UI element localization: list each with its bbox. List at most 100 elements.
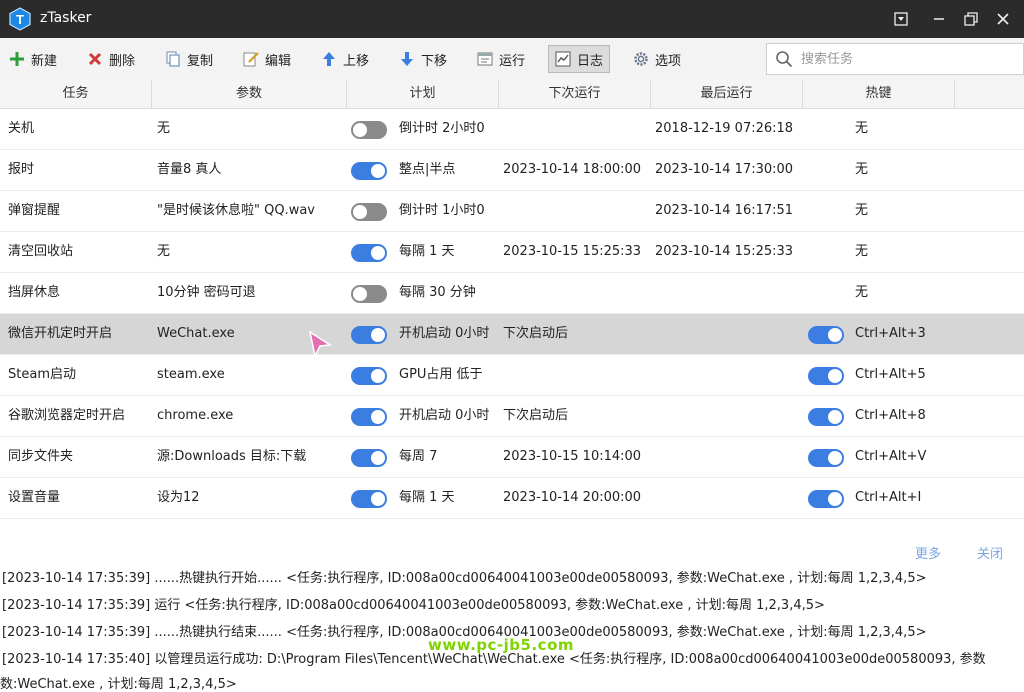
table-row[interactable]: 同步文件夹 源:Downloads 目标:下载 每周 7 2023-10-15 10:… [0,437,1024,478]
log-line: [2023-10-14 17:35:39] ......热键执行开始......… [2,571,927,586]
copy-task-button[interactable]: 复制 [158,45,220,73]
plan-enabled-toggle[interactable] [351,203,387,221]
plan-enabled-toggle[interactable] [351,449,387,467]
edit-icon [243,52,259,67]
task-next-run-cell: 下次启动后 [503,326,569,341]
arrow-down-icon [401,52,413,66]
hotkey-enabled-toggle[interactable] [808,326,844,344]
task-hotkey-cell: 无 [855,285,869,300]
move-down-button[interactable]: 下移 [392,45,454,73]
task-name-cell: 微信开机定时开启 [8,326,113,341]
task-table-body: 关机无倒计时 2小时0 2018-12-19 07:26:18 无报时 音量8 真人整… [0,109,1024,539]
plan-enabled-toggle[interactable] [351,162,387,180]
task-plan-cell: 每周 7 [399,449,438,464]
search-icon [776,51,793,68]
search-box[interactable] [766,43,1024,75]
minimize-button[interactable] [926,6,952,32]
task-plan-cell: 开机启动 0小时 [399,326,490,341]
task-param-cell: 源:Downloads 目标:下载 [157,449,307,464]
options-button[interactable]: 选项 [626,45,688,73]
task-hotkey-cell: 无 [855,121,869,136]
hotkey-enabled-toggle[interactable] [808,490,844,508]
task-name-cell: 设置音量 [8,490,61,505]
log-more-link[interactable]: 更多 [915,543,941,562]
task-last-run-cell [655,478,799,518]
task-hotkey-cell: 无 [855,162,869,177]
x-icon [88,52,102,66]
task-plan-cell: 倒计时 2小时0 [399,121,485,136]
log-panel: [2023-10-14 17:35:39] ......热键执行开始......… [0,563,1024,692]
toggle-knob [828,369,842,383]
plus-icon [10,52,24,66]
close-window-button[interactable] [990,6,1016,32]
task-next-run-cell [503,109,647,149]
toggle-knob [828,328,842,342]
toggle-knob [371,328,385,342]
table-row[interactable]: Steam启动 steam.exe GPU占用 低于 Ctrl+Alt+5 [0,355,1024,396]
table-row[interactable]: 清空回收站 无 每隔 1 天 2023-10-15 15:25:33 2023-10-1… [0,232,1024,273]
task-name-cell: 谷歌浏览器定时开启 [8,408,126,423]
search-input[interactable] [799,50,1003,68]
task-name-cell: 弹窗提醒 [8,203,61,218]
plan-enabled-toggle[interactable] [351,121,387,139]
table-row[interactable]: 设置音量 设为12 每隔 1 天 2023-10-14 20:00:00 Ctrl+Al… [0,478,1024,519]
new-task-button[interactable]: 新建 [2,45,64,73]
plan-enabled-toggle[interactable] [351,408,387,426]
arrow-up-icon [323,52,335,66]
mouse-cursor-icon [309,331,332,357]
move-down-label: 下移 [421,53,448,69]
task-next-run-cell: 2023-10-14 20:00:00 [503,490,642,505]
plan-enabled-toggle[interactable] [351,367,387,385]
task-name-cell: 挡屏休息 [8,285,61,300]
plan-enabled-toggle[interactable] [351,326,387,344]
edit-task-button[interactable]: 编辑 [236,45,298,73]
table-row[interactable]: 弹窗提醒 "是时候该休息啦" QQ.wav 倒计时 1小时0 2023-10-14 1… [0,191,1024,232]
toggle-knob [353,123,367,137]
col-header-task[interactable]: 任务 [0,80,152,108]
toggle-knob [371,369,385,383]
task-plan-cell: 每隔 1 天 [399,490,455,505]
delete-task-button[interactable]: 删除 [80,45,142,73]
task-last-run-cell [655,437,799,477]
task-name-cell: 关机 [8,121,35,136]
table-row[interactable]: 谷歌浏览器定时开启 chrome.exe 开机启动 0小时 下次启动后 Ctrl+Alt… [0,396,1024,437]
task-last-run-cell [655,396,799,436]
hotkey-enabled-toggle[interactable] [808,449,844,467]
task-last-run-cell: 2023-10-14 17:30:00 [655,162,794,177]
move-up-button[interactable]: 上移 [314,45,376,73]
run-task-button[interactable]: 运行 [470,45,532,73]
task-hotkey-cell: Ctrl+Alt+5 [855,367,926,382]
task-param-cell: 10分钟 密码可退 [157,285,256,300]
col-header-param[interactable]: 参数 [152,80,347,108]
options-label: 选项 [655,53,682,69]
hotkey-enabled-toggle[interactable] [808,367,844,385]
col-header-hotkey[interactable]: 热键 [803,80,955,108]
toggle-knob [353,205,367,219]
hotkey-enabled-toggle[interactable] [808,408,844,426]
maximize-button[interactable] [958,6,984,32]
col-header-plan[interactable]: 计划 [347,80,499,108]
log-close-link[interactable]: 关闭 [977,543,1003,562]
task-hotkey-cell: Ctrl+Alt+3 [855,326,926,341]
plan-enabled-toggle[interactable] [351,285,387,303]
toggle-knob [371,451,385,465]
task-name-cell: Steam启动 [8,367,76,382]
app-logo-letter: T [16,12,24,27]
table-row[interactable]: 关机 无 倒计时 2小时0 2018-12-19 07:26:18 无 [0,109,1024,150]
table-row[interactable]: 报时 音量8 真人 整点|半点 2023-10-14 18:00:00 2023-10-… [0,150,1024,191]
task-hotkey-cell: Ctrl+Alt+I [855,490,922,505]
move-up-label: 上移 [343,53,370,69]
log-toggle-button[interactable]: 日志 [548,45,611,73]
col-header-next-run[interactable]: 下次运行 [499,80,651,108]
menu-dropdown-button[interactable] [888,6,914,32]
toggle-knob [371,492,385,506]
plan-enabled-toggle[interactable] [351,490,387,508]
task-next-run-cell: 2023-10-14 18:00:00 [503,162,642,177]
log-icon [555,51,571,67]
table-row[interactable]: 挡屏休息 10分钟 密码可退 每隔 30 分钟 无 [0,273,1024,314]
task-param-cell: 无 [157,121,171,136]
col-header-last-run[interactable]: 最后运行 [651,80,803,108]
table-row[interactable]: 微信开机定时开启 WeChat.exe 开机启动 0小时 下次启动后 Ctrl+Alt+… [0,314,1024,355]
plan-enabled-toggle[interactable] [351,244,387,262]
toggle-knob [371,246,385,260]
